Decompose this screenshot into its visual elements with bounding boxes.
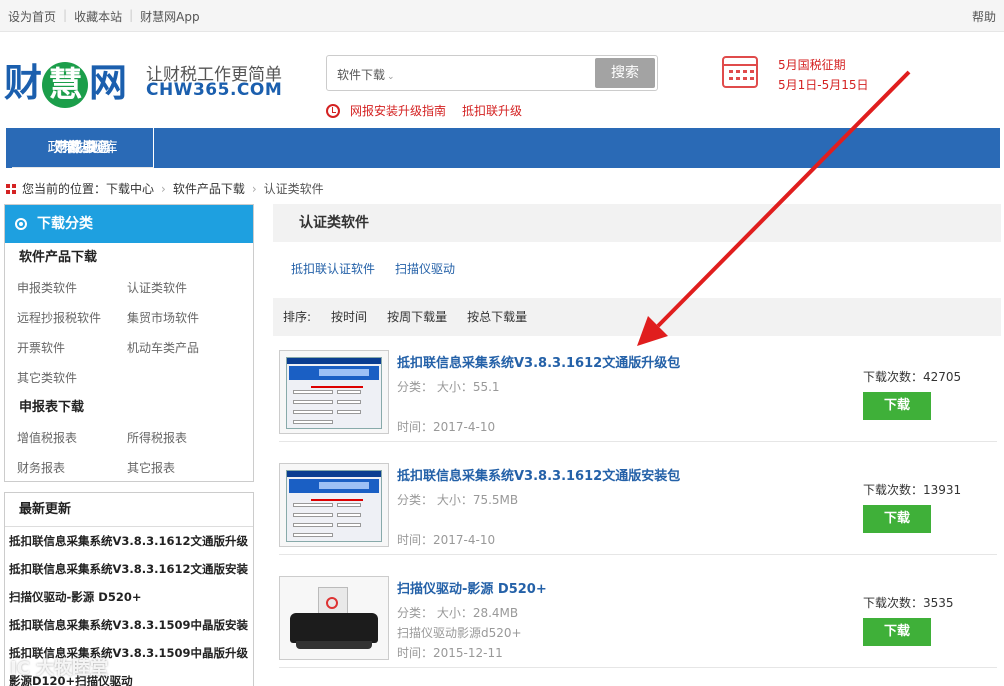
chevron-right-icon: › [251, 181, 257, 196]
upgrade-link[interactable]: 抵扣联升级 [462, 102, 522, 119]
chevron-right-icon: › [161, 181, 166, 196]
chevron-down-icon: ⌄ [387, 72, 395, 82]
panel-title: 下载分类 [37, 216, 93, 232]
subcategory-links: 抵扣联认证软件 扫描仪驱动 [291, 260, 475, 277]
set-homepage-link[interactable]: 设为首页 [8, 8, 56, 25]
tax-period-dates: 5月1日-5月15日 [778, 78, 869, 92]
breadcrumb-current: 认证类软件 [263, 182, 324, 196]
breadcrumb-software[interactable]: 软件产品下载 [173, 180, 245, 197]
latest-item[interactable]: 抵扣联信息采集系统V3.8.3.1612文通版升级 [5, 527, 253, 555]
search-input[interactable] [403, 60, 593, 86]
divider: | [63, 8, 68, 22]
sort-by-weekly[interactable]: 按周下载量 [387, 298, 447, 336]
clock-icon [326, 103, 340, 118]
watermark: IC 大牧睦堂 [10, 658, 109, 679]
group-title: 软件产品下载 [19, 250, 98, 265]
sort-bar: 排序: 按时间 按周下载量 按总下载量 [273, 298, 1001, 336]
site-logo[interactable]: 财慧网 [4, 52, 127, 108]
item-size: 分类： 大小：55.1 [397, 380, 500, 394]
download-button[interactable]: 下载 [863, 505, 931, 533]
latest-item[interactable]: 扫描仪驱动-影源 D520+ [5, 583, 253, 611]
logo-char: 网 [89, 60, 127, 105]
latest-item[interactable]: 抵扣联信息采集系统V3.8.3.1509中晶版安装 [5, 611, 253, 639]
bookmark-link[interactable]: 收藏本站 [74, 8, 122, 25]
item-title[interactable]: 扫描仪驱动-影源 D520+ [397, 578, 547, 597]
sort-by-total[interactable]: 按总下载量 [467, 298, 527, 336]
sidebar-item-remote-tax[interactable]: 远程抄报税软件 [5, 303, 127, 333]
app-link[interactable]: 财慧网App [140, 8, 199, 25]
top-utility-bar: 设为首页 | 收藏本站 | 财慧网App 帮助 [0, 0, 1004, 32]
download-count: 下载次数：3535 [863, 596, 954, 610]
list-item: 抵扣联信息采集系统V3.8.3.1612文通版安装包 分类： 大小：75.5MB… [279, 453, 997, 555]
item-time: 时间：2017-4-10 [397, 420, 496, 434]
panel-header: 下载分类 [5, 205, 253, 243]
notice-links: 网报安装升级指南 抵扣联升级 [326, 102, 538, 119]
sidebar-item-vat-forms[interactable]: 增值税报表 [5, 423, 127, 453]
download-list-area: 认证类软件 抵扣联认证软件 扫描仪驱动 排序: 按时间 按周下载量 按总下载量 … [273, 204, 1001, 686]
search-box: 软件下载 ⌄ 搜索 [326, 55, 658, 91]
sidebar-item-vehicle[interactable]: 机动车类产品 [127, 333, 199, 363]
sidebar-item-verification[interactable]: 认证类软件 [127, 273, 187, 303]
search-category-label: 软件下载 [337, 68, 386, 82]
printer-photo-thumbnail[interactable] [279, 576, 389, 660]
download-button[interactable]: 下载 [863, 618, 931, 646]
item-time: 时间：2017-4-10 [397, 533, 496, 547]
sidebar-item-declaration[interactable]: 申报类软件 [5, 273, 127, 303]
circle-dot-icon [15, 218, 27, 230]
download-count: 下载次数：42705 [863, 370, 962, 384]
main-nav: 首 页 产品服务 下载中心 政策法规库 财税资讯 [6, 128, 1000, 168]
download-button[interactable]: 下载 [863, 392, 931, 420]
list-item: 抵扣联信息采集系统V3.8.3.1612文通版升级包 分类： 大小：55.1 时… [279, 340, 997, 442]
sort-by-time[interactable]: 按时间 [331, 298, 367, 336]
calendar-icon [722, 56, 758, 88]
sidebar-item-market[interactable]: 集贸市场软件 [127, 303, 199, 333]
site-domain: CHW365.COM [146, 80, 283, 100]
download-category-panel: 下载分类 软件产品下载 申报类软件 认证类软件 远程抄报税软件 集贸市场软件 开票软… [4, 204, 254, 482]
subcategory-scanner-driver[interactable]: 扫描仪驱动 [395, 260, 455, 277]
software-screenshot-thumbnail[interactable] [279, 463, 389, 547]
item-size: 分类： 大小：75.5MB [397, 493, 519, 507]
breadcrumb-downloads[interactable]: 下载中心 [106, 180, 154, 197]
item-size: 分类： 大小：28.4MB [397, 606, 519, 620]
latest-updates-title: 最新更新 [5, 493, 253, 527]
sidebar-item-other-forms[interactable]: 其它报表 [127, 453, 175, 483]
sort-label: 排序: [283, 310, 312, 324]
sidebar-item-other-software[interactable]: 其它类软件 [5, 363, 127, 393]
category-title: 认证类软件 [273, 204, 1001, 242]
top-links: 设为首页 | 收藏本站 | 财慧网App [8, 8, 200, 25]
list-item: 扫描仪驱动-影源 D520+ 分类： 大小：28.4MB 扫描仪驱动影源d520… [279, 566, 997, 668]
search-category-select[interactable]: 软件下载 ⌄ [337, 66, 395, 83]
nav-news[interactable]: 财税资讯 [12, 128, 154, 168]
group-title: 申报表下载 [19, 400, 85, 415]
item-time: 时间：2015-12-11 [397, 646, 503, 660]
logo-char-circle: 慧 [42, 62, 89, 108]
help-link[interactable]: 帮助 [972, 8, 996, 25]
logo-char: 财 [4, 60, 42, 105]
sidebar-item-income-forms[interactable]: 所得税报表 [127, 423, 187, 453]
item-description: 扫描仪驱动影源d520+ [397, 626, 522, 640]
latest-item[interactable]: 抵扣联信息采集系统V3.8.3.1612文通版安装 [5, 555, 253, 583]
item-title[interactable]: 抵扣联信息采集系统V3.8.3.1612文通版升级包 [397, 352, 680, 371]
download-count: 下载次数：13931 [863, 483, 962, 497]
divider: | [129, 8, 134, 22]
item-title[interactable]: 抵扣联信息采集系统V3.8.3.1612文通版安装包 [397, 465, 680, 484]
breadcrumb-label: 您当前的位置： [22, 182, 107, 196]
tax-period-title: 5月国税征期 [778, 58, 846, 72]
software-screenshot-thumbnail[interactable] [279, 350, 389, 434]
breadcrumb: 您当前的位置： 下载中心 › 软件产品下载 › 认证类软件 [6, 180, 324, 197]
grid-icon [6, 183, 16, 194]
sidebar-item-invoicing[interactable]: 开票软件 [5, 333, 127, 363]
search-button[interactable]: 搜索 [595, 58, 655, 88]
subcategory-deduction-software[interactable]: 抵扣联认证软件 [291, 260, 375, 277]
install-guide-link[interactable]: 网报安装升级指南 [350, 102, 446, 119]
sidebar-item-finance-forms[interactable]: 财务报表 [5, 453, 127, 483]
